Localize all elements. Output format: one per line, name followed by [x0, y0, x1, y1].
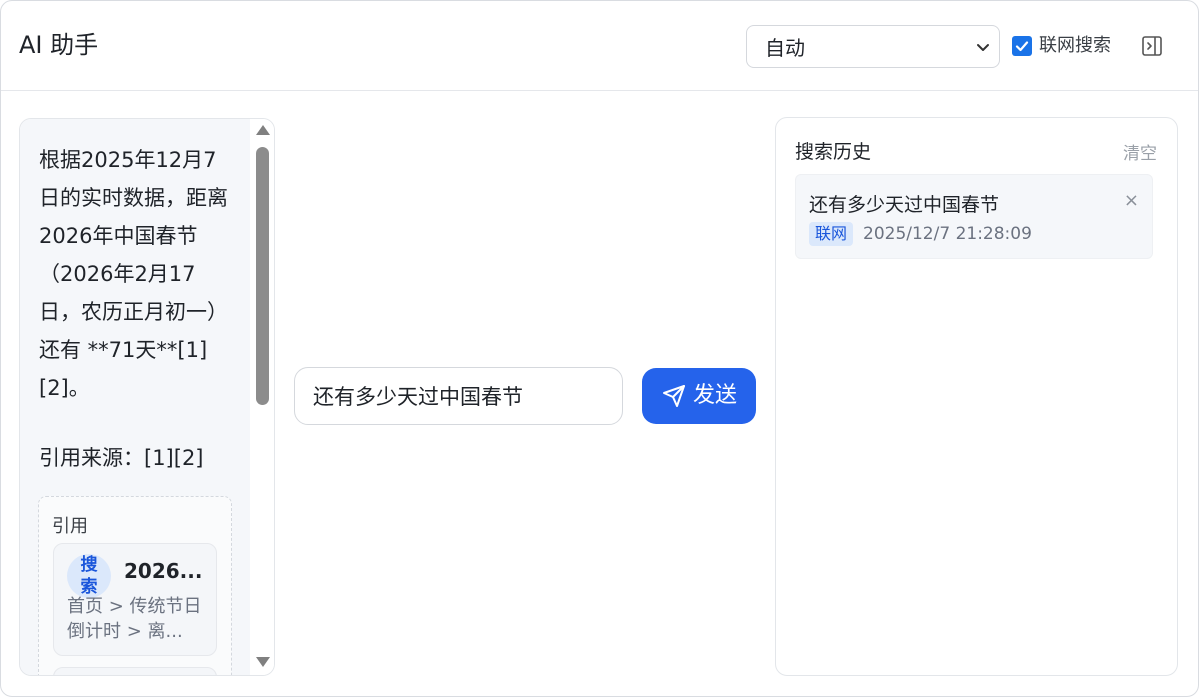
clear-history-button[interactable]: 清空	[1123, 139, 1157, 164]
history-timestamp: 2025/12/7 21:28:09	[863, 224, 1032, 244]
scroll-down-arrow-icon[interactable]	[255, 656, 271, 668]
search-history-panel: 搜索历史 清空 还有多少天过中国春节 × 联网 2025/12/7 21:28:…	[775, 117, 1178, 676]
citation-title: 2026...	[124, 559, 203, 583]
scroll-thumb[interactable]	[256, 147, 269, 405]
citation-card[interactable]	[53, 667, 217, 675]
citations-label: 引用	[52, 516, 88, 537]
search-badge-text: 搜索	[80, 555, 98, 597]
history-title: 搜索历史	[795, 141, 872, 163]
panel-toggle-button[interactable]	[1140, 34, 1164, 58]
answer-text: 根据2025年12月7日的实时数据，距离2026年中国春节（2026年2月17日…	[39, 148, 228, 400]
message-input[interactable]: 还有多少天过中国春节	[294, 367, 623, 425]
sidebar-toggle-icon	[1142, 36, 1162, 56]
close-icon[interactable]: ×	[1124, 192, 1139, 210]
header: AI 助手 自动 联网搜索	[1, 1, 1198, 91]
web-tag-badge: 联网	[809, 222, 854, 246]
chat-panel: 根据2025年12月7日的实时数据，距离2026年中国春节（2026年2月17日…	[19, 118, 275, 676]
web-search-label[interactable]: 联网搜索	[1039, 35, 1111, 57]
scroll-up-arrow-icon[interactable]	[255, 124, 271, 136]
chat-scrollbar[interactable]	[250, 119, 274, 675]
sources-line: 引用来源：[1][2]	[39, 446, 204, 470]
chevron-down-icon	[977, 44, 989, 51]
assistant-message: 根据2025年12月7日的实时数据，距离2026年中国春节（2026年2月17日…	[20, 119, 250, 675]
history-item[interactable]: 还有多少天过中国春节 × 联网 2025/12/7 21:28:09	[795, 174, 1153, 259]
model-select-value: 自动	[765, 36, 805, 60]
ai-assistant-window: AI 助手 自动 联网搜索 根据2025年12月7日的实时数据，距离2026年中…	[0, 0, 1199, 697]
search-badge: 搜索	[67, 554, 111, 598]
history-query: 还有多少天过中国春节	[809, 194, 1000, 216]
citation-path: 首页 > 传统节日倒计时 > 离...	[67, 596, 202, 642]
citation-card[interactable]: 搜索 2026... 首页 > 传统节日倒计时 > 离...	[53, 543, 217, 656]
message-input-value: 还有多少天过中国春节	[313, 385, 523, 409]
send-button-label: 发送	[693, 383, 738, 408]
model-select[interactable]: 自动	[746, 25, 1000, 68]
send-button[interactable]: 发送	[642, 368, 756, 424]
send-icon	[663, 385, 685, 407]
web-search-checkbox[interactable]	[1012, 36, 1032, 56]
app-title: AI 助手	[19, 31, 99, 59]
checkmark-icon	[1015, 41, 1029, 52]
citations-box: 引用 搜索 2026... 首页 > 传统节日倒计时 > 离...	[38, 496, 232, 675]
